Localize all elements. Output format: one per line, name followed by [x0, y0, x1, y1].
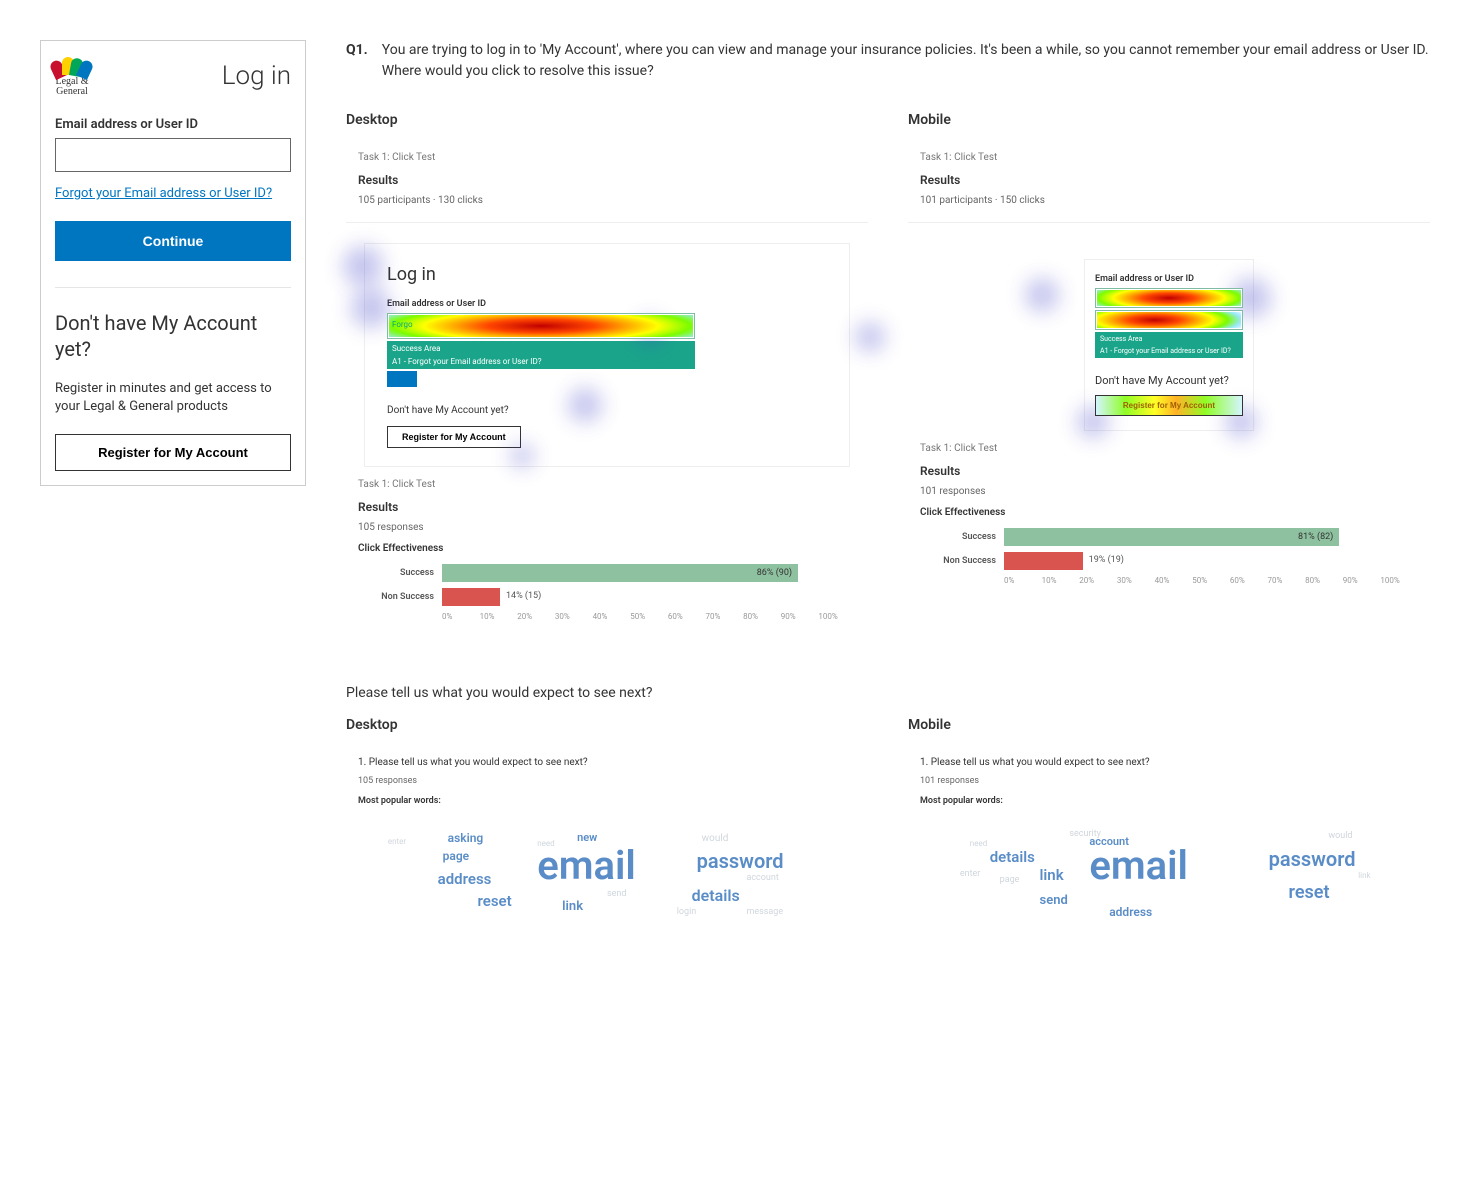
- nonsuccess-label: Non Success: [358, 592, 434, 602]
- mock-title: Log in: [387, 264, 827, 285]
- success-bar-row: Success 81% (82): [920, 528, 1418, 546]
- desktop-responses: 105 responses: [358, 522, 856, 533]
- success-label: Success: [920, 532, 996, 542]
- mobile-column: Mobile Task 1: Click Test Results 101 pa…: [908, 112, 1430, 657]
- umbrella-icon: [55, 55, 89, 75]
- mobile-wordcloud-col: Mobile 1. Please tell us what you would …: [908, 717, 1430, 938]
- effectiveness-title: Click Effectiveness: [358, 543, 856, 554]
- desktop-column: Desktop Task 1: Click Test Results 105 p…: [346, 112, 868, 657]
- login-card: Legal & General Log in Email address or …: [40, 40, 306, 486]
- heatmap-hotzone: Forgo: [387, 313, 695, 339]
- mobile-wordcloud: email password reset details link send a…: [920, 816, 1418, 926]
- mobile-clicktest-panel: Task 1: Click Test Results 101 participa…: [908, 140, 1430, 223]
- success-area-link: A1 - Forgot your Email address or User I…: [387, 355, 695, 369]
- wc-responses: 101 responses: [920, 776, 1418, 786]
- mobile-heatmap: Email address or User ID Success Area A1…: [1084, 259, 1254, 431]
- axis: 0%10%20%30%40%50%60%70%80%90%100%: [358, 612, 856, 621]
- desktop-wordcloud-col: Desktop 1. Please tell us what you would…: [346, 717, 868, 938]
- nonsuccess-bar-row: Non Success 19% (19): [920, 552, 1418, 570]
- wc-popular-label: Most popular words:: [358, 796, 856, 806]
- register-button[interactable]: Register for My Account: [55, 434, 291, 471]
- task-label: Task 1: Click Test: [920, 152, 1418, 163]
- nonsuccess-label: Non Success: [920, 556, 996, 566]
- wc-question: 1. Please tell us what you would expect …: [920, 757, 1418, 768]
- success-area-label: Success Area: [1095, 332, 1243, 345]
- axis: 0%10%20%30%40%50%60%70%80%90%100%: [920, 576, 1418, 585]
- task-label: Task 1: Click Test: [358, 479, 856, 490]
- success-area-link: A1 - Forgot your Email address or User I…: [1095, 345, 1243, 358]
- mock-subhead: Don't have My Account yet?: [387, 405, 827, 416]
- continue-button[interactable]: Continue: [55, 221, 291, 261]
- email-label: Email address or User ID: [55, 117, 291, 132]
- no-account-heading: Don't have My Account yet?: [55, 310, 291, 362]
- question-block: Q1. You are trying to log in to 'My Acco…: [346, 40, 1430, 82]
- desktop-clicktest-panel: Task 1: Click Test Results 105 participa…: [346, 140, 868, 223]
- question-number: Q1.: [346, 40, 368, 82]
- task-label: Task 1: Click Test: [358, 152, 856, 163]
- wc-responses: 105 responses: [358, 776, 856, 786]
- login-title: Log in: [222, 61, 291, 91]
- mock-field-label: Email address or User ID: [387, 299, 827, 309]
- mobile-heading: Mobile: [908, 112, 1430, 128]
- mobile-participants: 101 participants · 150 clicks: [920, 195, 1418, 206]
- success-area-label: Success Area: [387, 341, 695, 355]
- nonsuccess-bar: [1004, 552, 1083, 570]
- mobile-effectiveness-panel: Task 1: Click Test Results 101 responses…: [908, 431, 1430, 601]
- mock-register-button: Register for My Account: [1095, 395, 1243, 416]
- no-account-text: Register in minutes and get access to yo…: [55, 380, 291, 416]
- success-bar: 81% (82): [1004, 528, 1339, 546]
- desktop-effectiveness-panel: Task 1: Click Test Results 105 responses…: [346, 467, 868, 637]
- nonsuccess-pct: 19% (19): [1089, 555, 1124, 565]
- success-bar: 86% (90): [442, 564, 798, 582]
- mock-subhead: Don't have My Account yet?: [1095, 374, 1243, 387]
- followup-heading: Please tell us what you would expect to …: [346, 685, 1430, 701]
- results-label: Results: [920, 464, 1418, 478]
- results-label: Results: [358, 173, 856, 187]
- nonsuccess-bar: [442, 588, 500, 606]
- heatmap-hotzone: [1095, 310, 1243, 330]
- nonsuccess-bar-row: Non Success 14% (15): [358, 588, 856, 606]
- desktop-participants: 105 participants · 130 clicks: [358, 195, 856, 206]
- desktop-wordcloud-panel: 1. Please tell us what you would expect …: [346, 745, 868, 938]
- mobile-wordcloud-panel: 1. Please tell us what you would expect …: [908, 745, 1430, 938]
- mobile-heading: Mobile: [908, 717, 1430, 733]
- wc-popular-label: Most popular words:: [920, 796, 1418, 806]
- desktop-heading: Desktop: [346, 112, 868, 128]
- desktop-heading: Desktop: [346, 717, 868, 733]
- results-label: Results: [920, 173, 1418, 187]
- divider: [55, 287, 291, 288]
- content-column: Q1. You are trying to log in to 'My Acco…: [346, 40, 1430, 938]
- mobile-responses: 101 responses: [920, 486, 1418, 497]
- question-text: You are trying to log in to 'My Account'…: [382, 40, 1430, 82]
- wc-question: 1. Please tell us what you would expect …: [358, 757, 856, 768]
- desktop-heatmap: Log in Email address or User ID Forgo Su…: [364, 243, 850, 467]
- mock-register-button: Register for My Account: [387, 426, 521, 448]
- effectiveness-title: Click Effectiveness: [920, 507, 1418, 518]
- desktop-wordcloud: email password details reset address lin…: [358, 816, 856, 926]
- success-bar-row: Success 86% (90): [358, 564, 856, 582]
- brand-logo: Legal & General: [55, 55, 89, 97]
- results-label: Results: [358, 500, 856, 514]
- forgot-link[interactable]: Forgot your Email address or User ID?: [55, 186, 291, 201]
- task-label: Task 1: Click Test: [920, 443, 1418, 454]
- heatmap-hotzone: [1095, 288, 1243, 308]
- mock-field-label: Email address or User ID: [1095, 274, 1243, 284]
- email-input[interactable]: [55, 138, 291, 172]
- nonsuccess-pct: 14% (15): [506, 591, 541, 601]
- success-label: Success: [358, 568, 434, 578]
